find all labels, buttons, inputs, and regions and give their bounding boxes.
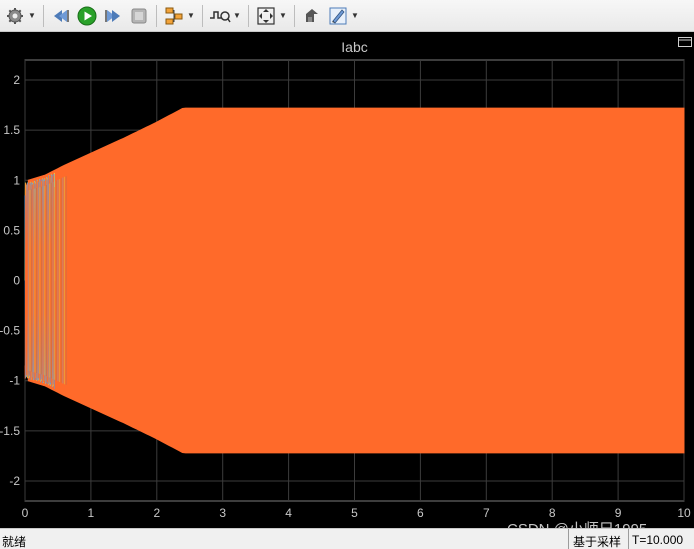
toolbar-separator xyxy=(202,4,203,27)
startup-transient xyxy=(24,172,67,389)
cursor-measure-icon[interactable] xyxy=(300,4,324,28)
series-envelope xyxy=(27,107,685,454)
scope-window: ▼ ▼ ▼ ▼ ▼ Iabc 0 1 2 3 4 5 6 7 8 9 10 2 … xyxy=(0,0,694,549)
x-tick-label: 7 xyxy=(483,506,490,520)
step-forward-icon[interactable] xyxy=(101,4,125,28)
y-tick-label: 1 xyxy=(13,173,20,187)
run-play-icon[interactable] xyxy=(75,4,99,28)
y-tick-label: -1.5 xyxy=(0,424,20,438)
scope-toolbar: ▼ ▼ ▼ ▼ ▼ xyxy=(0,0,694,32)
triggers-dropdown-icon[interactable]: ▼ xyxy=(233,4,241,28)
y-tick-label: 2 xyxy=(13,73,20,87)
undock-axes-icon[interactable] xyxy=(678,34,692,47)
step-back-icon[interactable] xyxy=(49,4,73,28)
parameters-gear-icon[interactable] xyxy=(3,4,27,28)
x-tick-label: 1 xyxy=(88,506,95,520)
y-tick-label: -2 xyxy=(9,474,20,488)
toolbar-separator xyxy=(248,4,249,27)
zoom-dropdown-icon[interactable]: ▼ xyxy=(279,4,287,28)
x-tick-label: 4 xyxy=(285,506,292,520)
status-ready: 就绪 xyxy=(2,535,27,549)
zoom-fit-icon[interactable] xyxy=(254,4,278,28)
style-pen-icon[interactable] xyxy=(326,4,350,28)
plot-title: Iabc xyxy=(341,39,367,55)
highlight-dropdown-icon[interactable]: ▼ xyxy=(187,4,195,28)
y-tick-label: -1 xyxy=(9,374,20,388)
x-tick-label: 6 xyxy=(417,506,424,520)
toolbar-separator xyxy=(43,4,44,27)
y-tick-label: 1.5 xyxy=(3,123,20,137)
x-tick-label: 0 xyxy=(22,506,29,520)
status-time: T=10.000 xyxy=(628,529,686,549)
y-tick-label: -0.5 xyxy=(0,324,20,338)
x-tick-label: 2 xyxy=(153,506,160,520)
highlight-block-icon[interactable] xyxy=(162,4,186,28)
x-tick-label: 10 xyxy=(677,506,691,520)
scope-display[interactable]: Iabc 0 1 2 3 4 5 6 7 8 9 10 2 1.5 1 0.5 0 -0.5 -1 -1.5 -2 xyxy=(0,32,694,528)
scope-plot[interactable]: Iabc0 1 2 3 4 5 6 7 8 9 1021.510.50-0.5-1-1.5-2 xyxy=(0,32,694,528)
style-dropdown-icon[interactable]: ▼ xyxy=(351,4,359,28)
stop-icon[interactable] xyxy=(127,4,151,28)
toolbar-separator xyxy=(156,4,157,27)
y-tick-label: 0 xyxy=(13,274,20,288)
triggers-icon[interactable] xyxy=(208,4,232,28)
x-tick-label: 5 xyxy=(351,506,358,520)
y-tick-label: 0.5 xyxy=(3,223,20,237)
status-bar: 就绪 基于采样 T=10.000 xyxy=(0,528,694,549)
status-sample-mode: 基于采样 xyxy=(568,529,625,549)
toolbar-separator xyxy=(294,4,295,27)
parameters-dropdown-icon[interactable]: ▼ xyxy=(28,4,36,28)
x-tick-label: 3 xyxy=(219,506,226,520)
